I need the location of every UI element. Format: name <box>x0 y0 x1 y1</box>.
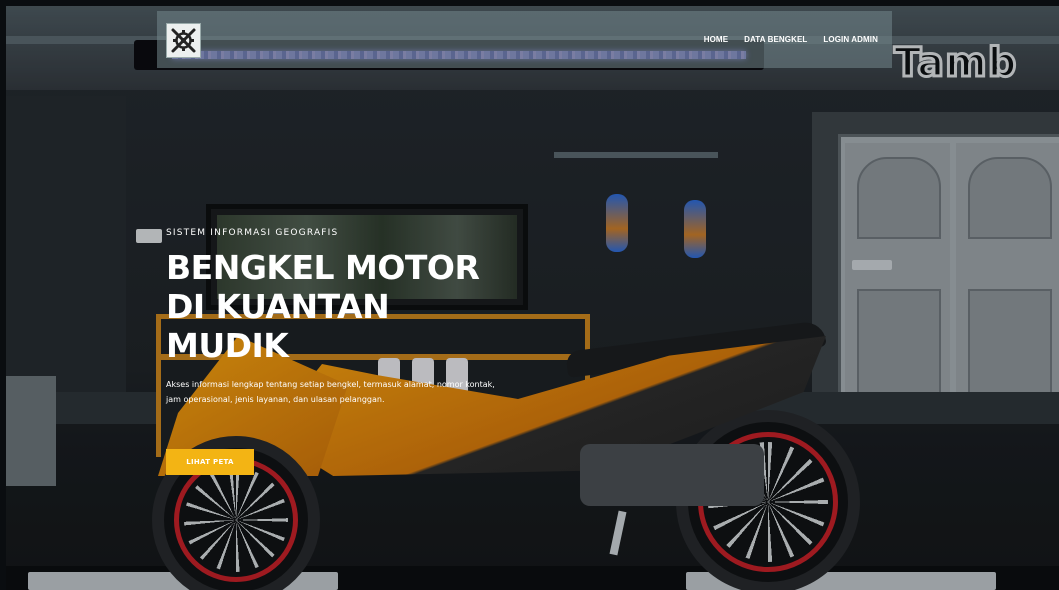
headline-line: BENGKEL MOTOR <box>166 248 480 287</box>
headline-line: MUDIK <box>166 326 289 365</box>
nav-link-data-bengkel[interactable]: DATA BENGKEL <box>744 35 807 44</box>
nav-links: HOME DATA BENGKEL LOGIN ADMIN <box>704 35 878 44</box>
hero-background: Tamb <box>6 6 1059 590</box>
hero-overlay <box>6 6 1059 590</box>
hero-content: SISTEM INFORMASI GEOGRAFIS BENGKEL MOTOR… <box>166 228 526 407</box>
headline-line: DI KUANTAN <box>166 287 390 326</box>
navbar: HOME DATA BENGKEL LOGIN ADMIN <box>157 11 892 68</box>
hero-headline: BENGKEL MOTOR DI KUANTAN MUDIK <box>166 248 526 365</box>
hero-eyebrow: SISTEM INFORMASI GEOGRAFIS <box>166 228 339 238</box>
hero-description: Akses informasi lengkap tentang setiap b… <box>166 380 495 404</box>
nav-link-login-admin[interactable]: LOGIN ADMIN <box>823 35 878 44</box>
gear-wrench-logo-icon[interactable] <box>166 23 201 58</box>
lihat-peta-button[interactable]: LIHAT PETA <box>166 449 254 475</box>
nav-link-home[interactable]: HOME <box>704 35 728 44</box>
